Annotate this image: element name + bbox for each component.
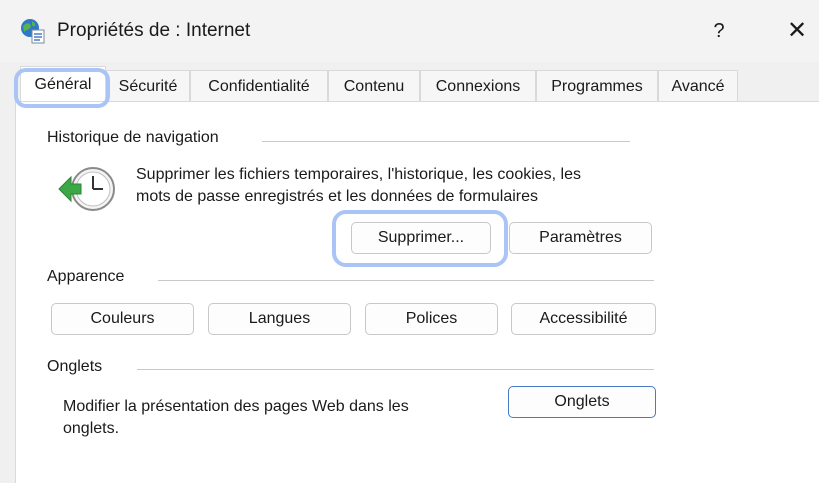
title-bar: Propriétés de : Internet ? ✕ [0, 0, 819, 62]
history-clock-icon [58, 167, 115, 211]
appearance-group-label: Apparence [47, 268, 125, 286]
tab-general[interactable]: Général [20, 66, 106, 102]
help-button[interactable]: ? [706, 16, 732, 46]
history-group-label: Historique de navigation [47, 129, 219, 147]
divider [158, 280, 654, 281]
tab-strip: Général Sécurité Confidentialité Contenu… [0, 62, 819, 102]
tab-programs[interactable]: Programmes [536, 70, 658, 101]
tabs-description: Modifier la présentation des pages Web d… [63, 396, 409, 440]
tab-privacy[interactable]: Confidentialité [190, 70, 328, 101]
tab-security[interactable]: Sécurité [106, 70, 190, 101]
tabs-group-label: Onglets [47, 358, 103, 376]
history-description-line1: Supprimer les fichiers temporaires, l'hi… [136, 166, 582, 183]
history-settings-button[interactable]: Paramètres [509, 222, 652, 254]
languages-button[interactable]: Langues [208, 303, 351, 335]
tabs-settings-button[interactable]: Onglets [508, 386, 656, 418]
tab-connections[interactable]: Connexions [420, 70, 536, 101]
accessibility-button[interactable]: Accessibilité [511, 303, 656, 335]
tab-content[interactable]: Contenu [328, 70, 420, 101]
window-title: Propriétés de : Internet [57, 20, 251, 41]
history-description: Supprimer les fichiers temporaires, l'hi… [136, 164, 581, 208]
tabs-description-line2: onglets. [63, 420, 120, 437]
internet-options-icon [21, 19, 45, 44]
colors-button[interactable]: Couleurs [51, 303, 194, 335]
tabs-description-line1: Modifier la présentation des pages Web d… [63, 398, 409, 415]
divider [137, 369, 654, 370]
fonts-button[interactable]: Polices [365, 303, 498, 335]
history-description-line2: mots de passe enregistrés et les données… [136, 188, 538, 205]
close-button[interactable]: ✕ [784, 16, 810, 46]
delete-history-button[interactable]: Supprimer... [351, 222, 491, 254]
tab-advanced[interactable]: Avancé [658, 70, 738, 101]
divider [262, 141, 630, 142]
